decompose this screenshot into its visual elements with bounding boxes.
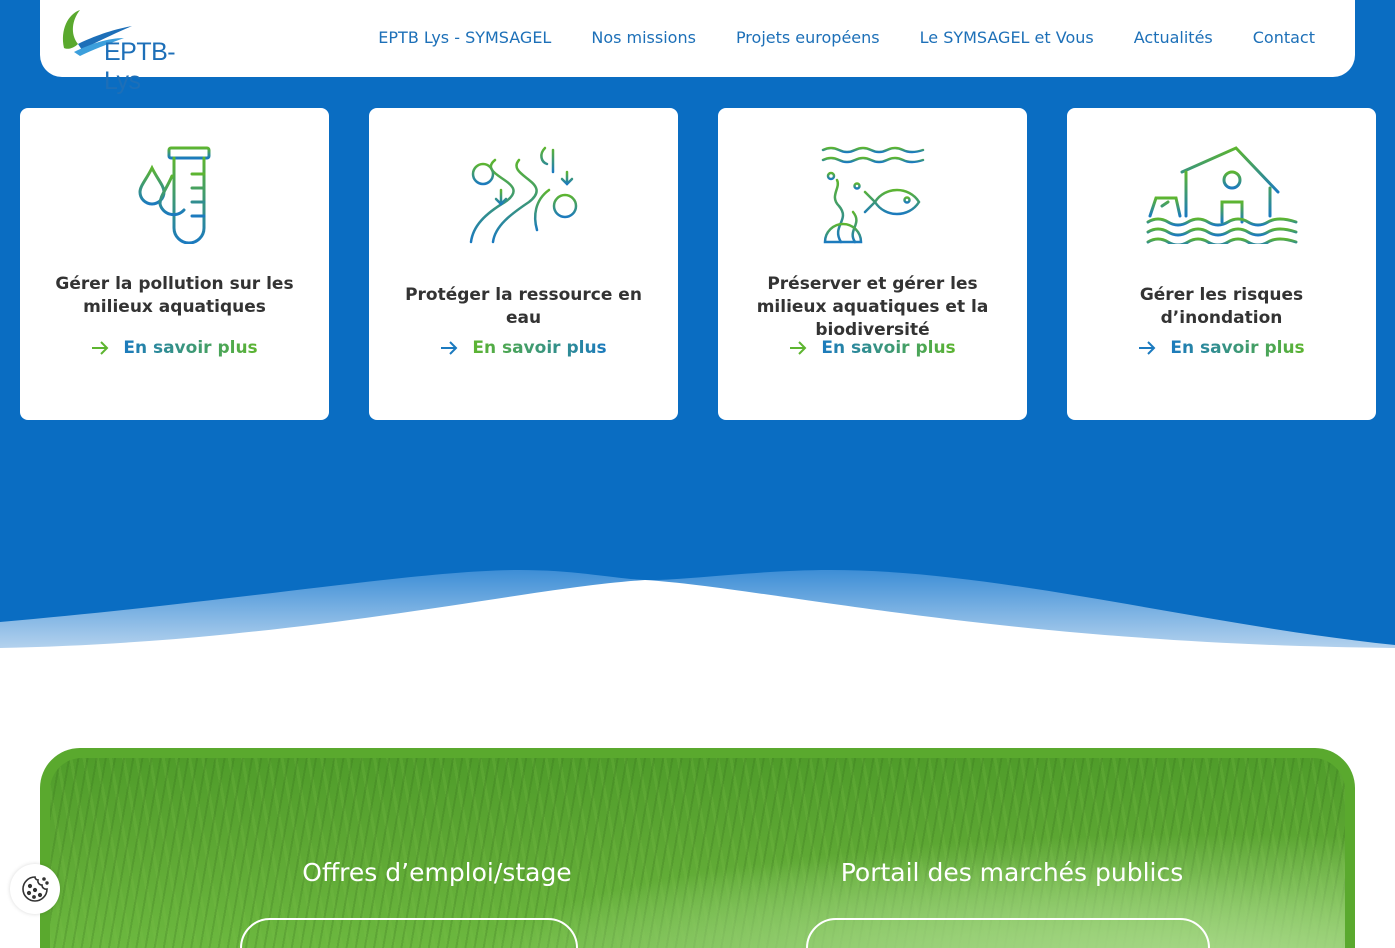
nav-eptb-lys[interactable]: EPTB Lys - SYMSAGEL [378, 28, 551, 47]
missions-cards: Gérer la pollution sur les milieux aquat… [20, 108, 1376, 420]
nav-contact[interactable]: Contact [1253, 28, 1315, 47]
link-label: En savoir plus [1170, 338, 1305, 358]
wave-divider [0, 570, 1395, 652]
flooded-house-icon [1146, 146, 1297, 244]
link-label: En savoir plus [821, 338, 956, 358]
mission-card-pollution[interactable]: Gérer la pollution sur les milieux aquat… [20, 108, 329, 420]
jobs-title: Offres d’emploi/stage [302, 858, 572, 887]
jobs-button[interactable] [240, 918, 578, 948]
main-menu: EPTB Lys - SYMSAGEL Nos missions Projets… [378, 28, 1315, 47]
cookie-icon [22, 876, 49, 902]
nav-symsagel-et-vous[interactable]: Le SYMSAGEL et Vous [920, 28, 1094, 47]
link-label: En savoir plus [123, 338, 258, 358]
mission-card-biodiversite[interactable]: Préserver et gérer les milieux aquatique… [718, 108, 1027, 420]
logo-text: EPTB-Lys [104, 38, 176, 95]
en-savoir-plus-link[interactable]: En savoir plus [20, 338, 329, 358]
fish-seaweed-icon [821, 146, 924, 244]
nav-projets-europeens[interactable]: Projets européens [736, 28, 880, 47]
cookie-settings-button[interactable] [10, 864, 60, 914]
en-savoir-plus-link[interactable]: En savoir plus [718, 338, 1027, 358]
mission-title: Protéger la ressource en eau [405, 285, 642, 328]
eptb-lys-logo[interactable]: EPTB-Lys [60, 8, 192, 95]
mission-title: Gérer la pollution sur les milieux aquat… [55, 274, 294, 317]
grass-background: Offres d’emploi/stage Portail des marché… [50, 758, 1345, 948]
arrow-right-icon [1139, 341, 1156, 355]
nav-missions[interactable]: Nos missions [591, 28, 696, 47]
top-navigation-bar: EPTB-Lys EPTB Lys - SYMSAGEL Nos mission… [40, 0, 1355, 95]
mission-title: Gérer les risques d’inondation [1139, 285, 1304, 328]
en-savoir-plus-link[interactable]: En savoir plus [369, 338, 678, 358]
opportunities-section: Offres d’emploi/stage Portail des marché… [40, 748, 1355, 948]
test-tube-drops-icon [137, 146, 210, 244]
en-savoir-plus-link[interactable]: En savoir plus [1067, 338, 1376, 358]
mission-card-inondation[interactable]: Gérer les risques d’inondation En savoir… [1067, 108, 1376, 420]
mission-title: Préserver et gérer les milieux aquatique… [756, 274, 989, 340]
river-trees-icon [467, 146, 580, 244]
public-markets-title: Portail des marchés publics [840, 858, 1184, 887]
arrow-right-icon [441, 341, 458, 355]
mission-card-ressource-eau[interactable]: Protéger la ressource en eau En savoir p… [369, 108, 678, 420]
nav-actualites[interactable]: Actualités [1134, 28, 1213, 47]
public-markets-button[interactable] [806, 918, 1210, 948]
arrow-right-icon [92, 341, 109, 355]
arrow-right-icon [790, 341, 807, 355]
link-label: En savoir plus [472, 338, 607, 358]
